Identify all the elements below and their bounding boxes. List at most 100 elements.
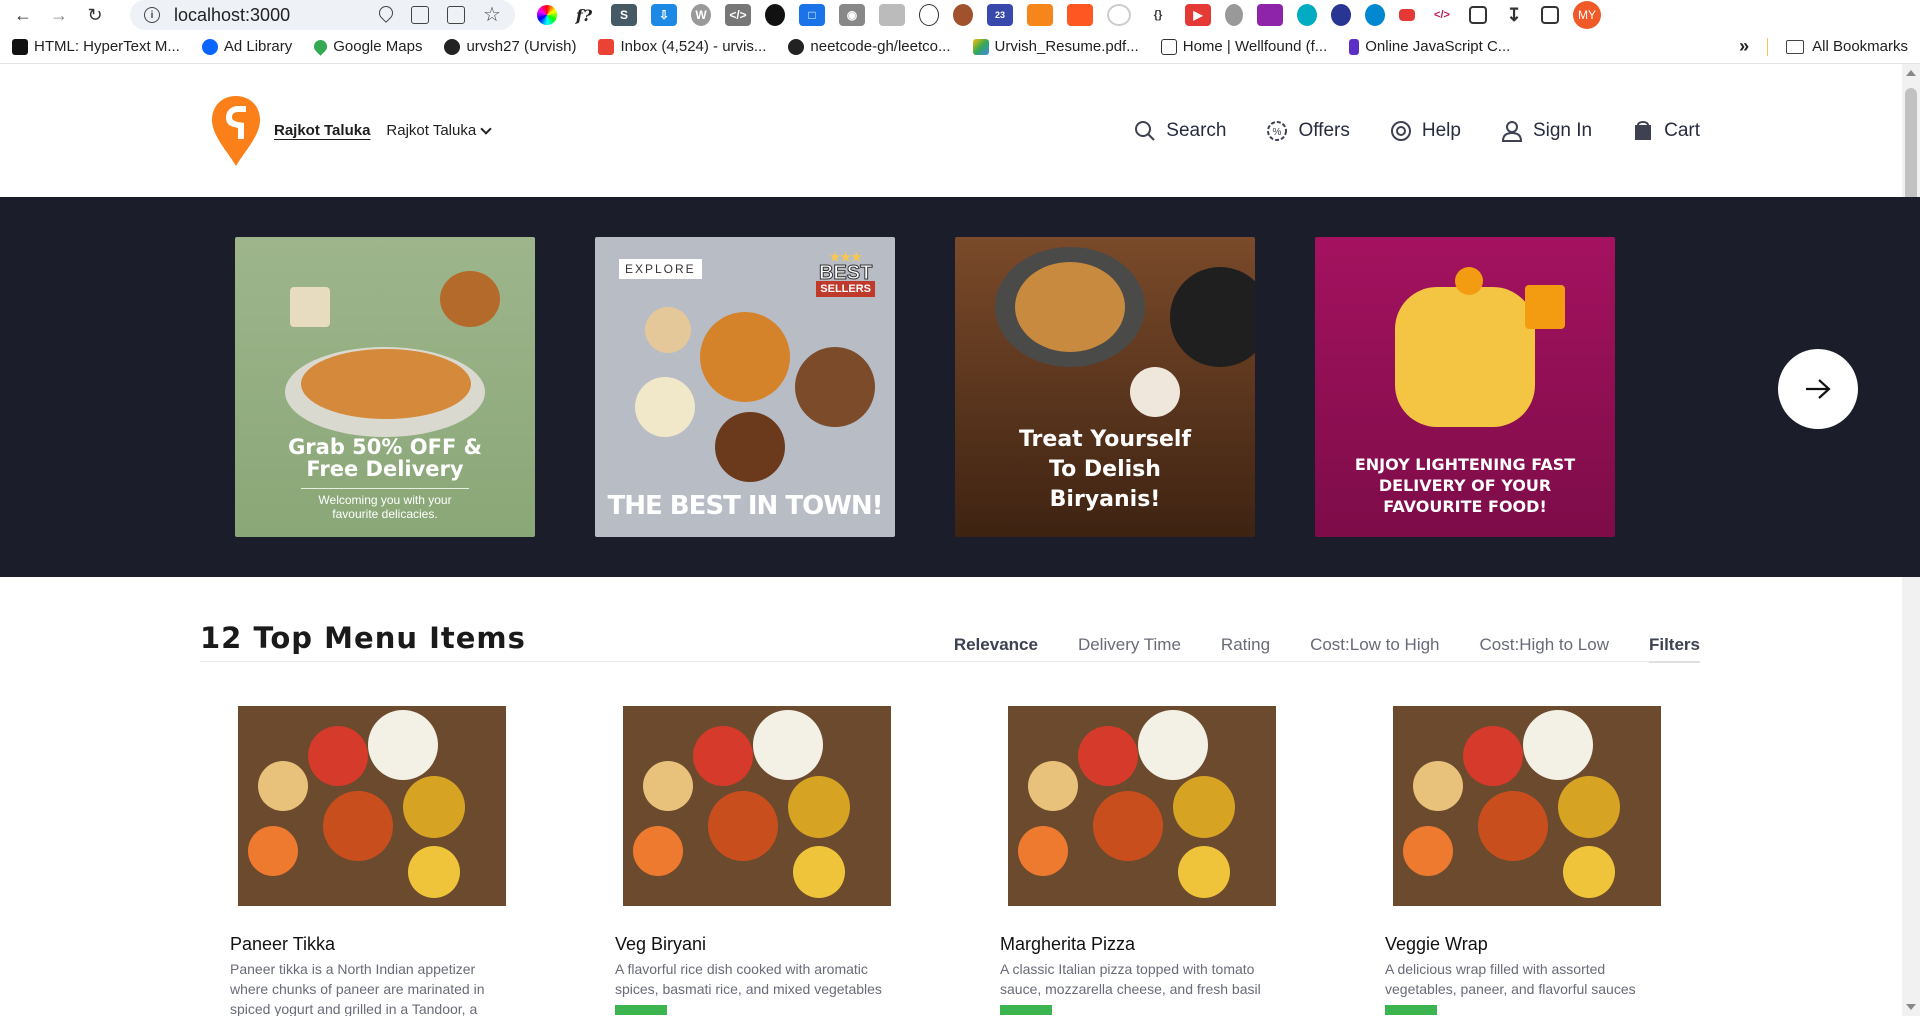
bookmark-label: Inbox (4,524) - urvis... [620,38,767,55]
grad-ext-icon[interactable]: 23 [987,4,1013,26]
nav-search[interactable]: Search [1134,120,1226,142]
nav-help[interactable]: Help [1390,120,1461,142]
help-icon [1390,120,1412,142]
menu-item-card[interactable]: Margherita Pizza A classic Italian pizza… [1000,706,1276,1016]
banner-card[interactable]: ENJOY LIGHTENING FAST DELIVERY OF YOUR F… [1315,237,1615,537]
main-nav: Search % Offers Help Sign In Cart [1134,120,1700,142]
banner-card[interactable]: EXPLORE ★★★ BEST SELLERS THE BEST IN TOW… [595,237,895,537]
s-ext-icon[interactable]: S [611,4,637,26]
code-ext-icon[interactable]: </> [725,4,751,26]
banner-card[interactable]: Treat Yourself To Delish Biryanis! [955,237,1255,537]
menu-item-card[interactable]: Veg Biryani A flavorful rice dish cooked… [615,706,891,1016]
red-ext-icon[interactable] [1399,9,1415,21]
nav-sign-in[interactable]: Sign In [1501,120,1592,142]
item-name: Veggie Wrap [1385,934,1488,954]
wellfound-icon [1160,38,1177,55]
location-dropdown[interactable]: Rajkot Taluka [386,122,492,139]
sort-cost-high-low[interactable]: Cost:High to Low [1480,635,1609,655]
json-ext-icon[interactable]: {} [1145,4,1171,26]
fonts-ext-icon[interactable]: f? [571,4,597,26]
bookmark-item[interactable]: Google Maps [311,37,422,56]
site-info-icon[interactable]: i [144,7,160,23]
nav-offers[interactable]: % Offers [1266,120,1350,142]
puzzle-icon[interactable] [1469,6,1487,24]
scroll-up-icon[interactable] [1906,70,1916,76]
all-bookmarks[interactable]: All Bookmarks [1786,38,1908,55]
zoom-ext-icon[interactable] [1297,4,1317,26]
location-main[interactable]: Rajkot Taluka [274,122,370,139]
bookmark-item[interactable]: urvsh27 (Urvish) [444,38,576,55]
bookmark-item[interactable]: Ad Library [201,38,293,55]
burger-image [440,271,500,327]
delivery-person-image [1455,267,1483,295]
dev-ext-icon[interactable] [1067,4,1093,26]
sort-delivery-time[interactable]: Delivery Time [1078,635,1181,655]
chevron-down-icon [480,122,492,135]
bookmarks-bar: HTML: HyperText M... Ad Library Google M… [0,30,1920,64]
naan-plate-image [795,347,875,427]
bookmark-star-icon[interactable]: ☆ [483,5,501,25]
banner-title: ENJOY LIGHTENING FAST DELIVERY OF YOUR F… [1354,455,1576,516]
item-description: A delicious wrap filled with assorted ve… [1385,961,1636,997]
swiggy-logo[interactable] [210,94,262,168]
bug-ext-icon[interactable] [1225,4,1243,26]
address-bar[interactable]: i localhost:3000 ☆ [130,0,515,30]
card-icon[interactable] [447,6,465,24]
food-image [1393,706,1661,906]
reload-icon[interactable]: ↻ [80,0,110,30]
sort-rating[interactable]: Rating [1221,635,1270,655]
color-picker-icon[interactable] [537,5,557,25]
bookmark-item[interactable]: HTML: HyperText M... [12,38,180,55]
carousel-next-button[interactable] [1778,349,1858,429]
sort-cost-low-high[interactable]: Cost:Low to High [1310,635,1439,655]
menu-item-card[interactable]: Paneer Tikka Paneer tikka is a North Ind… [230,706,506,1016]
window-ext-icon[interactable]: □ [799,4,825,26]
pattern-ext-icon[interactable] [879,4,905,26]
bookmark-label: Ad Library [223,38,293,55]
page-viewport: Rajkot Taluka Rajkot Taluka Search % Off… [0,64,1920,1016]
metamask-icon[interactable] [1027,4,1053,26]
food-image [238,706,506,906]
browser-toolbar: ← → ↻ i localhost:3000 ☆ f? S ⇩ W </> □ … [0,0,1920,30]
bookmark-item[interactable]: Online JavaScript C... [1349,38,1510,55]
face-ext-icon[interactable] [919,4,939,26]
bookmark-item[interactable]: Home | Wellfound (f... [1160,38,1327,55]
pen-ext-icon[interactable] [1257,4,1283,26]
back-icon[interactable]: ← [8,0,38,30]
alien-ext-icon[interactable] [1331,4,1351,26]
banner-card[interactable]: Grab 50% OFF & Free Delivery Welcoming y… [235,237,535,537]
download-ext-icon[interactable]: ⇩ [651,4,677,26]
menu-item-card[interactable]: Veggie Wrap A delicious wrap filled with… [1385,706,1661,1016]
profile-avatar[interactable]: MY [1573,1,1601,29]
banner-title: Treat Yourself To Delish Biryanis! [1018,427,1192,512]
filters-button[interactable]: Filters [1648,635,1700,663]
timer-ext-icon[interactable] [1107,4,1131,26]
code-tag-ext-icon[interactable]: </> [1429,4,1455,26]
cookie-ext-icon[interactable] [953,4,973,26]
svg-text:%: % [1273,127,1282,138]
rating-badge [1000,1005,1052,1015]
camera-ext-icon[interactable]: ◉ [839,4,865,26]
downloads-icon[interactable]: ↧ [1501,4,1527,26]
forward-icon[interactable]: → [44,0,74,30]
sort-relevance[interactable]: Relevance [954,635,1038,655]
location-icon[interactable] [376,3,396,23]
install-app-icon[interactable] [411,6,429,24]
scroll-down-icon[interactable] [1906,1004,1916,1010]
location-sub: Rajkot Taluka [386,122,477,139]
wave-ext-icon[interactable] [1365,4,1385,26]
raita-bowl-image [1130,367,1180,417]
item-name: Paneer Tikka [230,934,336,954]
bookmarks-overflow-icon[interactable]: » [1739,36,1749,57]
sidebar-toggle-icon[interactable] [1541,6,1559,24]
nav-cart[interactable]: Cart [1632,120,1700,142]
ghost-ext-icon[interactable] [765,4,785,26]
wordpress-icon[interactable]: W [691,4,711,26]
cart-icon [1632,120,1654,142]
github-icon [788,38,805,55]
url-text[interactable]: localhost:3000 [174,5,379,26]
bookmark-item[interactable]: Inbox (4,524) - urvis... [598,38,766,55]
bookmark-item[interactable]: Urvish_Resume.pdf... [972,38,1139,55]
bookmark-item[interactable]: neetcode-gh/leetco... [788,38,951,55]
youtube-ext-icon[interactable]: ▶ [1185,4,1211,26]
